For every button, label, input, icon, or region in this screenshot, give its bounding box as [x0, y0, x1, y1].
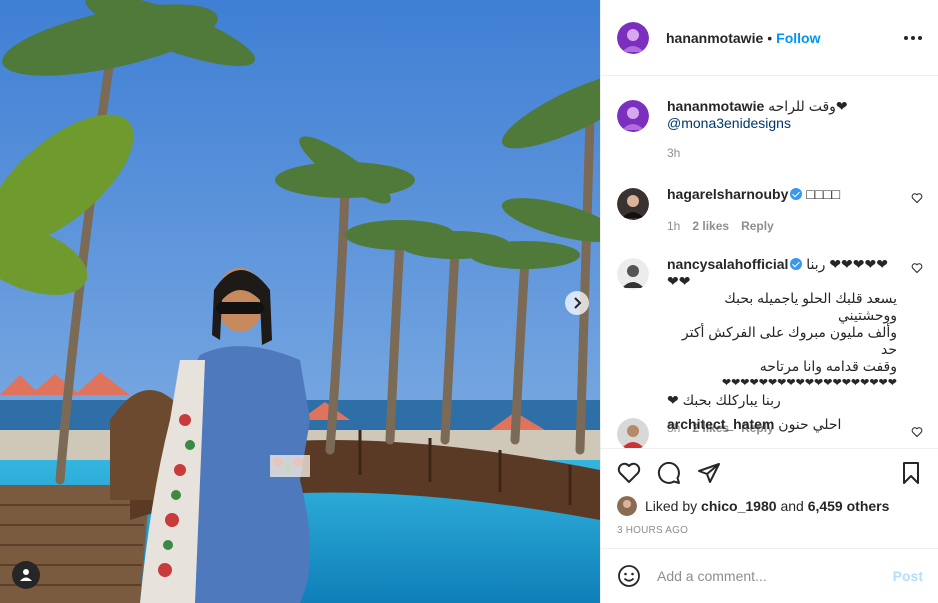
post-header: hananmotawie • Follow: [601, 0, 938, 76]
post-author-username[interactable]: hananmotawie: [666, 30, 763, 46]
avatar[interactable]: [617, 418, 649, 448]
post-detail-panel: hananmotawie • Follow hananmotawie وقت ل…: [600, 0, 938, 603]
avatar: [617, 496, 637, 516]
heart-icon[interactable]: [617, 461, 641, 485]
comment-icon[interactable]: [657, 461, 681, 485]
list-item: nancysalahofficial ربنا ❤❤❤❤❤❤❤ يسعد قلب…: [617, 256, 923, 435]
caption-text: وقت للراحه❤: [768, 98, 848, 114]
reply-button[interactable]: Reply: [741, 219, 774, 233]
comment-time[interactable]: 1h: [667, 219, 680, 233]
share-icon[interactable]: [697, 461, 721, 485]
heart-icon[interactable]: [911, 426, 923, 438]
verified-badge-icon: [790, 188, 803, 200]
comment-text-line: ❤❤❤❤❤❤❤❤❤❤❤❤❤❤❤❤❤❤❤: [721, 377, 897, 389]
chevron-right-icon: [574, 297, 582, 309]
beach-resort-photo: [0, 0, 600, 603]
caption-mention[interactable]: @mona3enidesigns: [667, 115, 791, 131]
comment-text: احلي حنون: [778, 416, 842, 432]
add-comment-bar: Add a comment... Post: [601, 548, 938, 603]
separator-dot: •: [767, 29, 773, 46]
bookmark-icon[interactable]: [899, 461, 923, 485]
likes-user[interactable]: chico_1980: [701, 498, 777, 514]
verified-badge-icon: [790, 258, 803, 270]
follow-button[interactable]: Follow: [776, 30, 820, 46]
comment-username[interactable]: hagarelsharnouby: [667, 186, 788, 202]
post-timestamp[interactable]: 3 HOURS AGO: [617, 525, 923, 536]
next-photo-button[interactable]: [565, 291, 589, 315]
user-tag-icon: [20, 569, 32, 581]
comment-likes[interactable]: 2 likes: [692, 219, 729, 233]
post-comment-button[interactable]: Post: [893, 568, 923, 584]
comment-text-line: يسعد قلبك الحلو ياجميله بحبك ووحشتيني: [724, 290, 897, 323]
comment-username[interactable]: architect_hatem: [667, 416, 774, 432]
avatar[interactable]: [617, 258, 649, 290]
avatar[interactable]: [617, 21, 649, 54]
emoji-icon[interactable]: [617, 564, 641, 588]
avatar[interactable]: [617, 100, 649, 132]
post-photo[interactable]: [0, 0, 600, 603]
caption: hananmotawie وقت للراحه❤ @mona3enidesign…: [617, 98, 923, 160]
avatar[interactable]: [617, 188, 649, 220]
caption-time[interactable]: 3h: [667, 146, 680, 160]
comment-text-line: وألف مليون مبروك على الفركش أكتر حد: [681, 324, 897, 357]
comment-text-line: وقفت قدامه وانا مرتاحه: [759, 358, 897, 374]
heart-icon[interactable]: [911, 262, 923, 274]
comment-input[interactable]: Add a comment...: [657, 568, 893, 584]
likes-and: and: [780, 498, 804, 514]
heart-icon[interactable]: [911, 192, 923, 204]
list-item: hagarelsharnouby □□□□ 1h 2 likes Reply: [617, 186, 923, 233]
likes-summary[interactable]: Liked by chico_1980 and 6,459 others: [617, 496, 923, 516]
likes-prefix: Liked by: [645, 498, 698, 514]
action-bar: [617, 449, 923, 497]
comments-list[interactable]: hananmotawie وقت للراحه❤ @mona3enidesign…: [601, 76, 938, 448]
comment-username[interactable]: nancysalahofficial: [667, 256, 788, 272]
post-actions: Liked by chico_1980 and 6,459 others 3 H…: [601, 448, 938, 536]
comment-text: □□□□: [806, 186, 841, 202]
comment-text-line: ربنا يباركلك بحبك ❤: [667, 392, 781, 408]
caption-username[interactable]: hananmotawie: [667, 98, 764, 114]
likes-others[interactable]: 6,459 others: [808, 498, 890, 514]
more-options-icon[interactable]: [904, 35, 922, 40]
tagged-users-button[interactable]: [12, 561, 40, 589]
list-item: architect_hatem احلي حنون: [617, 416, 923, 448]
